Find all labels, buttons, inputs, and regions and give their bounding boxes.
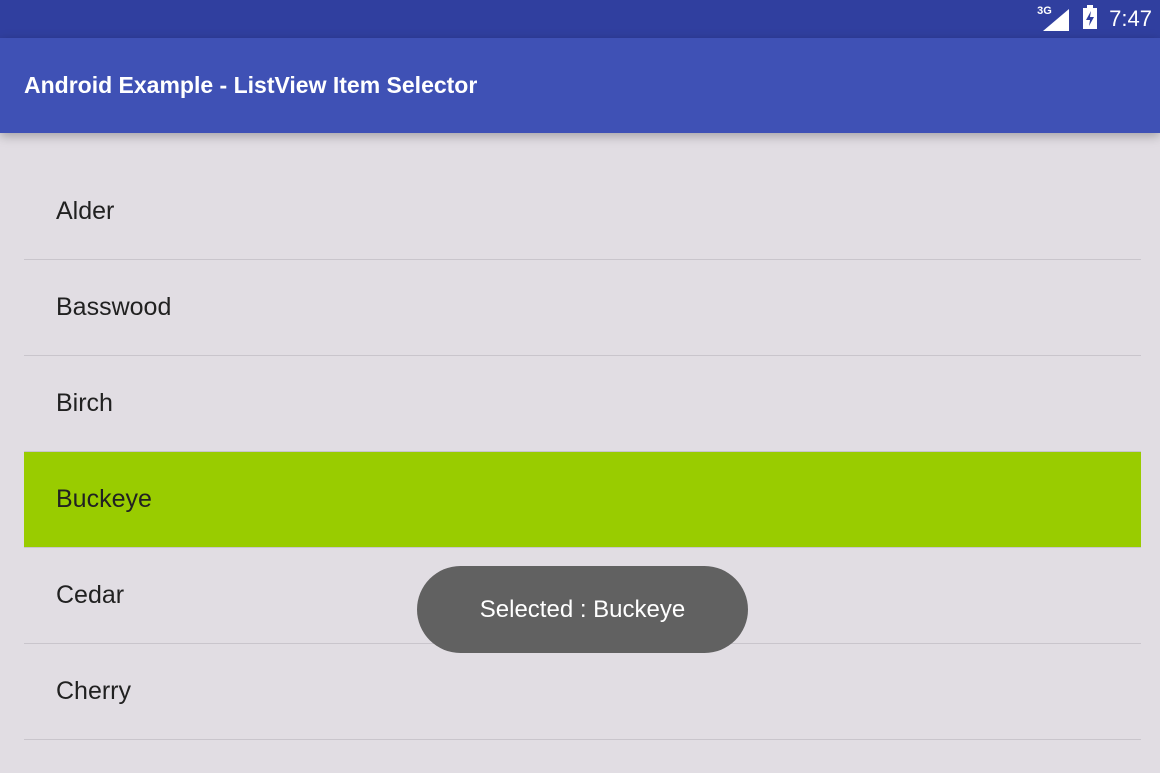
tree-list: Alder Basswood Birch Buckeye Cedar Cherr… [24,164,1141,740]
status-bar: 3G 7:47 [0,0,1160,38]
signal-indicator: 3G [1037,5,1071,33]
list-item-buckeye[interactable]: Buckeye [24,452,1141,548]
list-item-cherry[interactable]: Cherry [24,644,1141,740]
list-item-label: Cedar [56,581,125,609]
list-item-alder[interactable]: Alder [24,164,1141,260]
signal-icon [1043,9,1070,31]
clock: 7:47 [1109,6,1152,31]
app-bar: Android Example - ListView Item Selector [0,38,1160,133]
list-item-birch[interactable]: Birch [24,356,1141,452]
battery-charging-icon [1083,5,1098,33]
toast-message: Selected : Buckeye [417,566,748,653]
list-item-label: Buckeye [56,485,152,513]
list-item-label: Basswood [56,293,172,321]
list-item-basswood[interactable]: Basswood [24,260,1141,356]
list-item-label: Alder [56,197,115,225]
app-title: Android Example - ListView Item Selector [24,72,478,98]
status-icons: 3G 7:47 [1037,0,1152,38]
toast-text: Selected : Buckeye [479,595,686,623]
list-item-label: Birch [56,389,113,417]
list-item-label: Cherry [56,677,132,705]
